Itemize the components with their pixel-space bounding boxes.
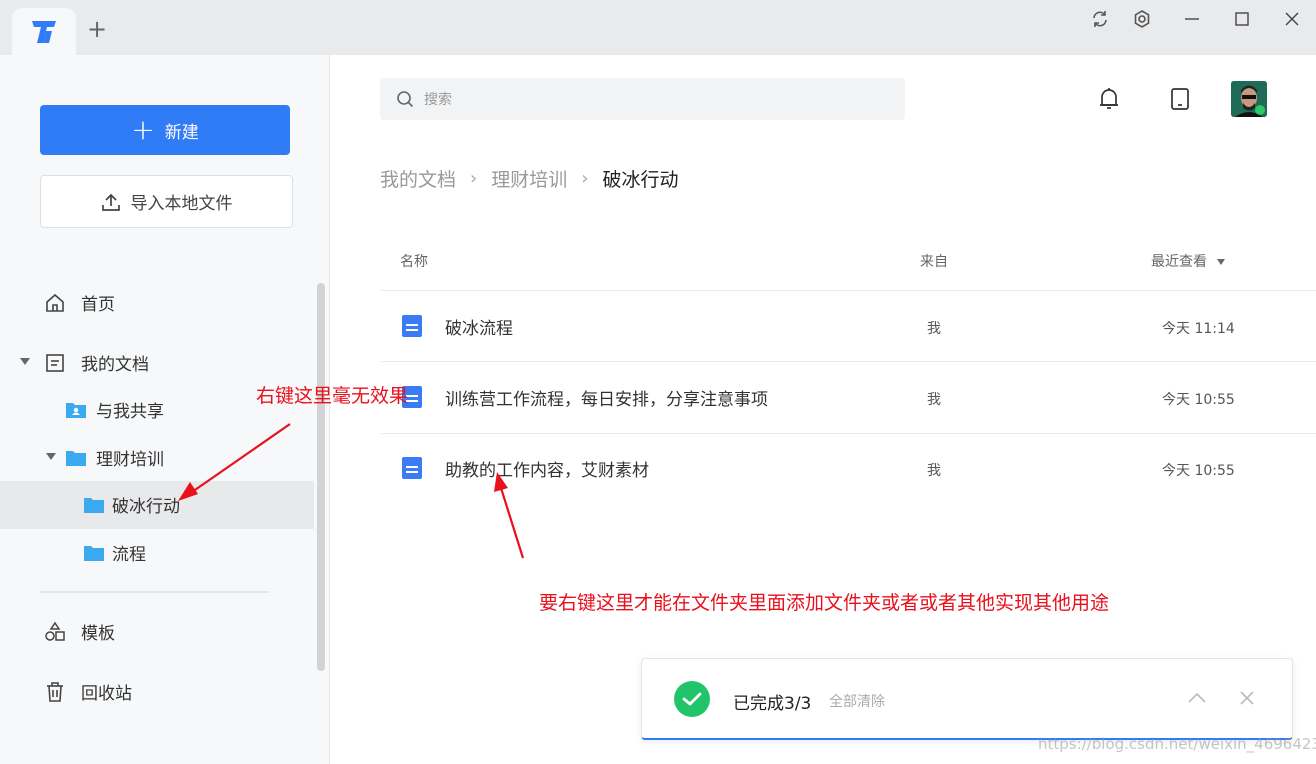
collapse-button[interactable] [1182,683,1212,713]
upload-status-toast: 已完成3/3 全部清除 [641,658,1293,740]
toast-status: 已完成3/3 [733,694,812,714]
toast-close-button[interactable] [1232,683,1262,713]
red-arrow-icon [178,423,291,501]
check-circle-icon [674,681,710,717]
watermark: https://blog.csdn.net/weixin_46964231 [1038,735,1316,753]
clear-all-link[interactable]: 全部清除 [829,691,885,711]
annotation-arrows [178,423,525,559]
red-arrow-icon [494,472,525,559]
close-icon [1240,691,1254,705]
chevron-up-icon [1188,692,1206,703]
